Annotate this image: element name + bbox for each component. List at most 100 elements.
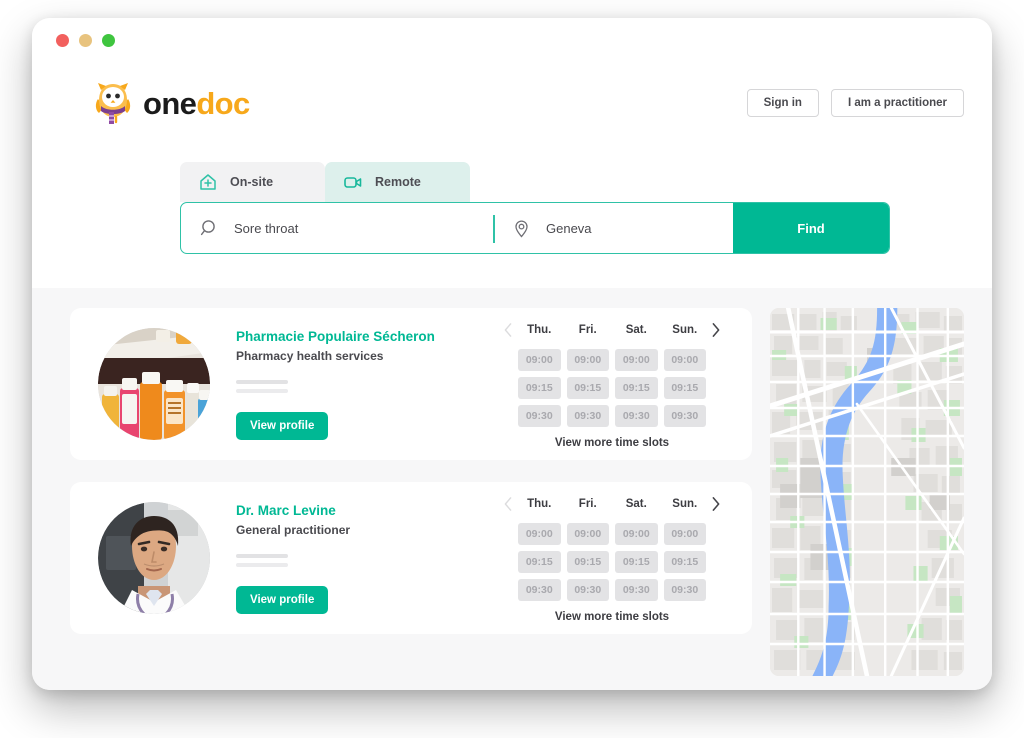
chevron-left-icon[interactable] <box>498 319 518 341</box>
map-pin-icon <box>511 218 532 239</box>
search-icon <box>199 218 220 239</box>
location-input[interactable]: Geneva <box>493 203 733 253</box>
time-slot[interactable]: 09:00 <box>663 523 706 545</box>
time-slot[interactable]: 09:30 <box>663 405 706 427</box>
time-slot[interactable]: 09:00 <box>663 349 706 371</box>
day-label: Sat. <box>625 324 647 336</box>
chevron-right-icon[interactable] <box>706 319 726 341</box>
practitioner-button[interactable]: I am a practitioner <box>830 89 964 117</box>
time-slot[interactable]: 09:30 <box>518 579 561 601</box>
search-input-value: Sore throat <box>234 220 299 236</box>
time-slot[interactable]: 09:15 <box>518 551 561 573</box>
view-more-time-slots-link[interactable]: View more time slots <box>498 611 726 623</box>
site-header: onedoc Sign in I am a practitioner <box>32 62 992 144</box>
provider-info: Dr. Marc Levine General practitioner Vie… <box>210 503 498 614</box>
day-labels: Thu. Fri. Sat. Sun. <box>518 324 706 336</box>
slot-day-header: Thu. Fri. Sat. Sun. <box>498 493 726 515</box>
provider-name[interactable]: Pharmacie Populaire Sécheron <box>236 329 490 344</box>
time-slot[interactable]: 09:15 <box>663 551 706 573</box>
time-slot[interactable]: 09:00 <box>566 349 609 371</box>
time-slot[interactable]: 09:30 <box>566 405 609 427</box>
sign-in-button[interactable]: Sign in <box>746 89 819 117</box>
maximize-window-button[interactable] <box>102 33 115 47</box>
slot-grid: 09:00 09:00 09:00 09:00 09:15 09:15 09:1… <box>498 523 726 601</box>
provider-name[interactable]: Dr. Marc Levine <box>236 503 490 518</box>
day-label: Thu. <box>527 324 552 336</box>
time-slot[interactable]: 09:15 <box>518 377 561 399</box>
view-more-time-slots-link[interactable]: View more time slots <box>498 437 726 449</box>
slot-row: 09:00 09:00 09:00 09:00 <box>518 523 706 545</box>
time-slot[interactable]: 09:15 <box>566 551 609 573</box>
logo-word-doc: doc <box>196 85 250 121</box>
minimize-window-button[interactable] <box>79 33 92 47</box>
provider-specialty: Pharmacy health services <box>236 348 384 363</box>
day-label: Sun. <box>672 324 698 336</box>
tab-remote[interactable]: Remote <box>325 162 470 202</box>
provider-cards: Pharmacie Populaire Sécheron Pharmacy he… <box>70 308 752 676</box>
provider-card[interactable]: Pharmacie Populaire Sécheron Pharmacy he… <box>70 308 752 460</box>
day-label: Thu. <box>527 498 552 510</box>
provider-info: Pharmacie Populaire Sécheron Pharmacy he… <box>210 329 498 440</box>
placeholder-line <box>236 379 288 384</box>
placeholder-line <box>236 562 288 567</box>
time-slot[interactable]: 09:30 <box>615 579 658 601</box>
time-slot[interactable]: 09:30 <box>663 579 706 601</box>
header-actions: Sign in I am a practitioner <box>746 89 964 117</box>
time-slot[interactable]: 09:15 <box>663 377 706 399</box>
find-button[interactable]: Find <box>733 203 889 253</box>
video-camera-icon <box>343 172 363 192</box>
time-slot-panel: Thu. Fri. Sat. Sun. 09:00 09:00 09:00 09… <box>498 493 726 623</box>
time-slot[interactable]: 09:30 <box>566 579 609 601</box>
slot-row: 09:15 09:15 09:15 09:15 <box>518 551 706 573</box>
search-zone: On-site Remote Sore throat Geneva Find <box>32 144 992 288</box>
day-label: Fri. <box>578 324 597 336</box>
time-slot[interactable]: 09:15 <box>615 551 658 573</box>
tab-onsite-label: On-site <box>230 175 274 189</box>
time-slot-panel: Thu. Fri. Sat. Sun. 09:00 09:00 09:00 09… <box>498 319 726 449</box>
house-plus-icon <box>198 172 218 192</box>
logo-word-one: one <box>143 85 197 121</box>
view-profile-button[interactable]: View profile <box>236 411 329 440</box>
day-label: Sun. <box>672 498 698 510</box>
search-bar: Sore throat Geneva Find <box>180 202 890 254</box>
day-labels: Thu. Fri. Sat. Sun. <box>518 498 706 510</box>
time-slot[interactable]: 09:00 <box>615 523 658 545</box>
time-slot[interactable]: 09:00 <box>518 523 561 545</box>
time-slot[interactable]: 09:00 <box>566 523 609 545</box>
logo-wordmark: onedoc <box>143 88 250 119</box>
window-titlebar <box>32 18 992 62</box>
slot-row: 09:00 09:00 09:00 09:00 <box>518 349 706 371</box>
provider-card[interactable]: Dr. Marc Levine General practitioner Vie… <box>70 482 752 634</box>
slot-day-header: Thu. Fri. Sat. Sun. <box>498 319 726 341</box>
time-slot[interactable]: 09:15 <box>566 377 609 399</box>
time-slot[interactable]: 09:15 <box>615 377 658 399</box>
tab-remote-label: Remote <box>375 175 421 189</box>
day-label: Sat. <box>625 498 647 510</box>
slot-row: 09:30 09:30 09:30 09:30 <box>518 405 706 427</box>
time-slot[interactable]: 09:00 <box>518 349 561 371</box>
time-slot[interactable]: 09:30 <box>615 405 658 427</box>
view-profile-button[interactable]: View profile <box>236 585 329 614</box>
pharmacy-bottles-photo <box>98 328 210 440</box>
slot-grid: 09:00 09:00 09:00 09:00 09:15 09:15 09:1… <box>498 349 726 427</box>
search-input[interactable]: Sore throat <box>181 203 493 253</box>
slot-row: 09:30 09:30 09:30 09:30 <box>518 579 706 601</box>
onedoc-logo[interactable]: onedoc <box>92 81 250 125</box>
provider-specialty: General practitioner <box>236 522 351 537</box>
chevron-left-icon[interactable] <box>498 493 518 515</box>
tab-onsite[interactable]: On-site <box>180 162 325 202</box>
placeholder-line <box>236 388 288 393</box>
time-slot[interactable]: 09:00 <box>615 349 658 371</box>
owl-mascot-icon <box>92 81 134 125</box>
search-mode-tabs: On-site Remote <box>180 162 470 202</box>
chevron-right-icon[interactable] <box>706 493 726 515</box>
time-slot[interactable]: 09:30 <box>518 405 561 427</box>
placeholder-line <box>236 553 288 558</box>
day-label: Fri. <box>578 498 597 510</box>
slot-row: 09:15 09:15 09:15 09:15 <box>518 377 706 399</box>
doctor-portrait-photo <box>98 502 210 614</box>
location-input-value: Geneva <box>546 220 592 236</box>
browser-window: onedoc Sign in I am a practitioner On-si… <box>32 18 992 690</box>
close-window-button[interactable] <box>56 33 69 47</box>
results-map[interactable] <box>770 308 964 676</box>
